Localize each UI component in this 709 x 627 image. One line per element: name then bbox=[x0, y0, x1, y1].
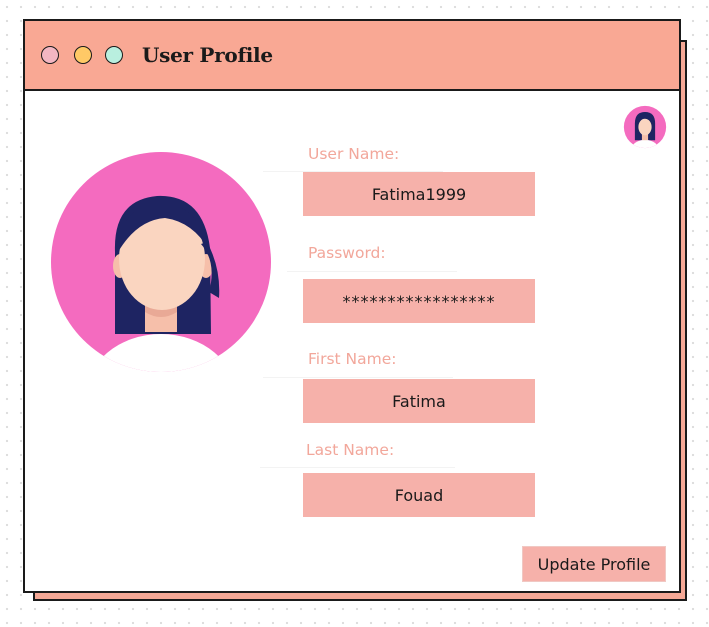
user-avatar-small-icon[interactable] bbox=[623, 105, 667, 149]
decorative-line bbox=[263, 377, 453, 378]
password-field[interactable]: ***************** bbox=[303, 279, 535, 323]
title-bar: User Profile bbox=[25, 21, 679, 91]
update-profile-button[interactable]: Update Profile bbox=[522, 546, 666, 582]
last-name-label: Last Name: bbox=[306, 441, 395, 459]
username-field[interactable]: Fatima1999 bbox=[303, 172, 535, 216]
minimize-window-button[interactable] bbox=[74, 46, 92, 64]
username-label: User Name: bbox=[308, 145, 400, 163]
user-profile-window: User Profile User Name: Fatima1999 Passw… bbox=[23, 19, 681, 593]
window-title: User Profile bbox=[142, 43, 273, 67]
user-avatar-large-icon[interactable] bbox=[51, 152, 271, 394]
last-name-field[interactable]: Fouad bbox=[303, 473, 535, 517]
password-label: Password: bbox=[308, 244, 386, 262]
decorative-line bbox=[287, 271, 457, 272]
maximize-window-button[interactable] bbox=[105, 46, 123, 64]
decorative-line bbox=[260, 467, 455, 468]
first-name-field[interactable]: Fatima bbox=[303, 379, 535, 423]
close-window-button[interactable] bbox=[41, 46, 59, 64]
first-name-label: First Name: bbox=[308, 350, 397, 368]
